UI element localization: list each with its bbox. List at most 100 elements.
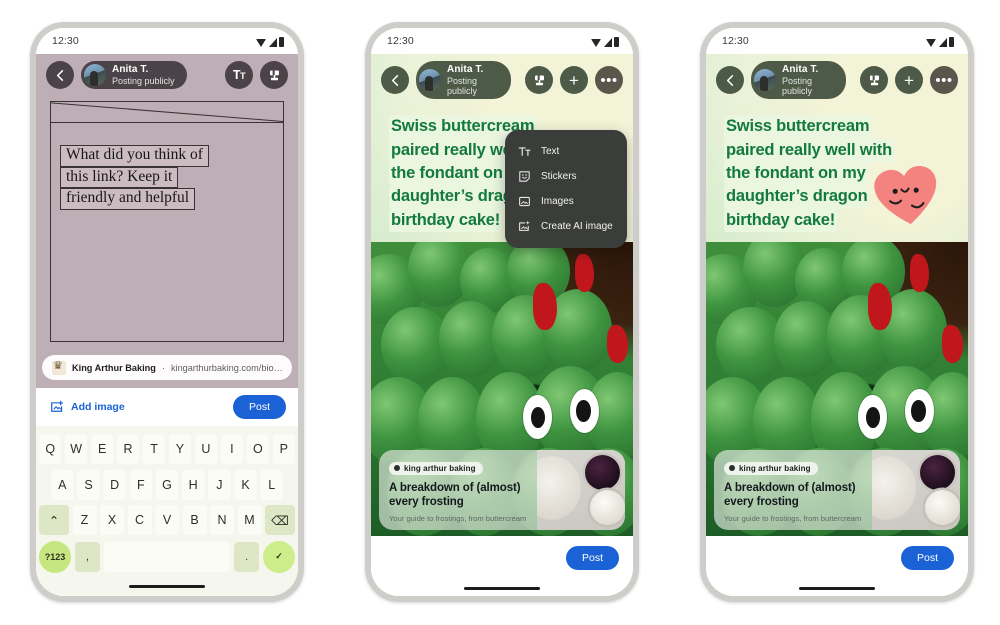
post-text-line: birthday cake! <box>724 208 838 233</box>
key-x[interactable]: X <box>100 505 124 535</box>
insert-menu-popover[interactable]: Text Stickers Images Create AI image <box>505 130 627 248</box>
key-w[interactable]: W <box>64 434 88 464</box>
more-options-button[interactable]: ••• <box>595 66 623 95</box>
plus-icon: + <box>569 70 579 90</box>
add-image-button[interactable]: Add image <box>50 400 125 414</box>
key-q[interactable]: Q <box>38 434 62 464</box>
post-action-bar: Post <box>371 536 633 580</box>
status-icons <box>926 36 954 47</box>
key-a[interactable]: A <box>50 469 74 500</box>
key-f[interactable]: F <box>129 469 153 500</box>
more-options-button[interactable]: ••• <box>930 66 958 95</box>
key-z[interactable]: Z <box>72 505 97 535</box>
key-k[interactable]: K <box>234 469 257 500</box>
site-dot-icon <box>394 465 400 471</box>
back-button[interactable] <box>381 66 409 95</box>
key-c[interactable]: C <box>127 505 152 535</box>
menu-item-stickers[interactable]: Stickers <box>505 164 627 189</box>
phone-mockup-3: 12:30 Anita T. Posting publicly + ••• Sw… <box>700 22 974 602</box>
back-button[interactable] <box>46 61 74 89</box>
key-i[interactable]: I <box>220 434 244 464</box>
keyboard-row-2: A S D F G H J K L <box>39 469 295 500</box>
stamp-icon <box>269 69 279 80</box>
key-p[interactable]: P <box>272 434 296 464</box>
author-chip[interactable]: Anita T. Posting publicly <box>751 61 846 100</box>
space-key[interactable] <box>103 541 231 572</box>
phone2-post-canvas: Anita T. Posting publicly + ••• Swiss bu… <box>371 54 633 536</box>
key-h[interactable]: H <box>181 469 205 500</box>
post-text-line: paired really well with <box>724 138 894 163</box>
text-format-icon <box>518 147 531 156</box>
key-s[interactable]: S <box>77 469 100 500</box>
key-b[interactable]: B <box>182 505 207 535</box>
add-button[interactable]: + <box>895 66 923 95</box>
on-screen-keyboard[interactable]: Q W E R T Y U I O P A S D F G H J K L ⌃ … <box>36 426 298 596</box>
key-g[interactable]: G <box>155 469 179 500</box>
post-button[interactable]: Post <box>900 546 954 570</box>
symbols-key[interactable]: ?123 <box>39 540 71 573</box>
post-action-bar: Post <box>706 536 968 580</box>
key-r[interactable]: R <box>116 434 140 464</box>
home-indicator <box>39 578 295 594</box>
battery-icon <box>279 36 284 47</box>
status-icons <box>256 36 284 47</box>
phone-mockup-2: 12:30 Anita T. Posting publicly + ••• Sw… <box>365 22 639 602</box>
author-visibility: Posting publicly <box>782 75 813 96</box>
image-icon <box>519 196 530 207</box>
stamp-tool-button[interactable] <box>525 66 553 95</box>
dragon-cake-photo[interactable]: king arthur baking A breakdown of (almos… <box>371 242 633 536</box>
app-header: Anita T. Posting publicly TT <box>36 54 298 97</box>
author-chip[interactable]: Anita T. Posting publicly <box>416 61 511 100</box>
text-format-button[interactable]: TT <box>225 61 253 89</box>
key-t[interactable]: T <box>142 434 166 464</box>
post-button[interactable]: Post <box>565 546 619 570</box>
stamp-tool-button[interactable] <box>260 61 288 89</box>
link-preview-card[interactable]: king arthur baking A breakdown of (almos… <box>714 450 960 530</box>
status-icons <box>591 36 619 47</box>
key-l[interactable]: L <box>260 469 284 500</box>
battery-icon <box>614 36 619 47</box>
key-o[interactable]: O <box>246 434 270 464</box>
backspace-key[interactable]: ⌫ <box>265 505 295 535</box>
phone1-compose-canvas[interactable]: What did you think of this link? Keep it… <box>36 97 298 388</box>
stamp-tool-button[interactable] <box>860 66 888 95</box>
menu-item-create-ai-image[interactable]: Create AI image <box>505 214 627 239</box>
link-preview-card[interactable]: king arthur baking A breakdown of (almos… <box>379 450 625 530</box>
key-n[interactable]: N <box>210 505 234 535</box>
link-separator: · <box>161 362 165 373</box>
menu-item-images[interactable]: Images <box>505 189 627 214</box>
key-v[interactable]: V <box>155 505 179 535</box>
dragon-cake-photo[interactable]: king arthur baking A breakdown of (almos… <box>706 242 968 536</box>
link-chip[interactable]: King Arthur Baking · kingarthurbaking.co… <box>42 355 292 380</box>
enter-key[interactable]: ✓ <box>263 540 296 573</box>
post-button[interactable]: Post <box>232 395 286 419</box>
key-y[interactable]: Y <box>168 434 192 464</box>
key-e[interactable]: E <box>90 434 114 464</box>
wifi-icon <box>591 38 601 47</box>
key-m[interactable]: M <box>237 505 262 535</box>
plus-icon: + <box>904 70 914 90</box>
heart-smiley-sticker[interactable] <box>870 162 944 233</box>
cake-eye-left <box>857 395 887 440</box>
comma-key[interactable]: , <box>75 541 100 572</box>
compose-placeholder-text[interactable]: What did you think of this link? Keep it… <box>60 145 280 211</box>
period-key[interactable]: . <box>234 541 260 572</box>
card-diagonal-line <box>51 102 283 122</box>
status-bar: 12:30 <box>371 28 633 54</box>
key-u[interactable]: U <box>194 434 218 464</box>
preview-title: A breakdown of (almost) every frosting <box>724 482 856 509</box>
author-chip[interactable]: Anita T. Posting publicly <box>81 61 187 89</box>
back-button[interactable] <box>716 66 744 95</box>
text-format-icon: TT <box>232 68 246 82</box>
key-d[interactable]: D <box>103 469 126 500</box>
phone-mockup-1: 12:30 Anita T. Posting publicly TT What … <box>30 22 304 602</box>
shift-key[interactable]: ⌃ <box>39 505 69 535</box>
add-button[interactable]: + <box>560 66 588 95</box>
author-visibility: Posting publicly <box>447 75 478 96</box>
key-j[interactable]: J <box>208 469 231 500</box>
preview-site-badge: king arthur baking <box>389 461 483 475</box>
back-arrow-icon <box>391 74 398 86</box>
preview-body: king arthur baking A breakdown of (almos… <box>379 450 537 530</box>
menu-item-text[interactable]: Text <box>505 139 627 164</box>
link-url: kingarthurbaking.com/bio… <box>170 362 282 373</box>
